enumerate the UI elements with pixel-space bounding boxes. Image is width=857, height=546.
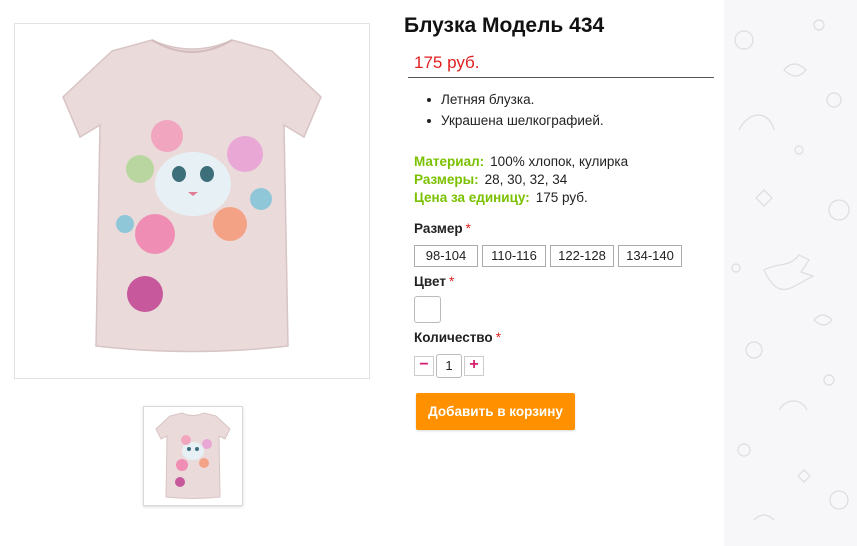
quantity-decrease-button[interactable]: − bbox=[414, 356, 434, 376]
product-thumbnail[interactable] bbox=[143, 406, 243, 506]
size-option-label: Размер * bbox=[414, 221, 471, 236]
product-specs: Материал: 100% хлопок, кулирка Размеры: 28… bbox=[414, 153, 628, 207]
color-option-label: Цвет * bbox=[414, 274, 454, 289]
feature-item: Летняя блузка. bbox=[425, 91, 604, 112]
required-mark: * bbox=[465, 221, 471, 236]
quantity-increase-button[interactable]: + bbox=[464, 356, 484, 376]
spec-value: 100% хлопок, кулирка bbox=[490, 154, 629, 169]
color-label-text: Цвет bbox=[414, 274, 446, 289]
quantity-option-label: Количество * bbox=[414, 330, 501, 345]
background-doodle-pattern bbox=[724, 0, 857, 546]
spec-value: 175 руб. bbox=[535, 190, 588, 205]
spec-label: Размеры: bbox=[414, 172, 479, 187]
required-mark: * bbox=[448, 274, 455, 289]
price-divider bbox=[408, 77, 714, 78]
add-to-cart-button[interactable]: Добавить в корзину bbox=[416, 393, 575, 430]
product-price: 175 руб. bbox=[414, 53, 480, 72]
size-option-98-104[interactable]: 98-104 bbox=[414, 245, 478, 267]
tshirt-cat-flowers-thumbnail bbox=[155, 412, 231, 499]
quantity-stepper: − 1 + bbox=[414, 354, 484, 378]
feature-item: Украшена шелкографией. bbox=[425, 112, 604, 133]
quantity-label-text: Количество bbox=[414, 330, 493, 345]
spec-row-sizes: Размеры: 28, 30, 32, 34 bbox=[414, 171, 628, 189]
spec-row-material: Материал: 100% хлопок, кулирка bbox=[414, 153, 628, 171]
spec-value: 28, 30, 32, 34 bbox=[484, 172, 568, 187]
product-main-image[interactable] bbox=[14, 23, 370, 379]
spec-row-unit-price: Цена за единицу: 175 руб. bbox=[414, 189, 628, 207]
required-mark: * bbox=[495, 330, 501, 345]
size-selector: 98-104 110-116 122-128 134-140 bbox=[414, 245, 682, 267]
spec-label: Материал: bbox=[414, 154, 485, 169]
feature-list: Летняя блузка. Украшена шелкографией. bbox=[425, 91, 604, 133]
tshirt-cat-flowers-image bbox=[62, 39, 322, 353]
product-title: Блузка Модель 434 bbox=[404, 14, 605, 37]
size-option-122-128[interactable]: 122-128 bbox=[550, 245, 614, 267]
size-option-134-140[interactable]: 134-140 bbox=[618, 245, 682, 267]
quantity-input[interactable]: 1 bbox=[436, 354, 462, 378]
size-option-110-116[interactable]: 110-116 bbox=[482, 245, 546, 267]
size-label-text: Размер bbox=[414, 221, 463, 236]
spec-label: Цена за единицу: bbox=[414, 190, 530, 205]
color-swatch-selector[interactable] bbox=[414, 296, 441, 323]
